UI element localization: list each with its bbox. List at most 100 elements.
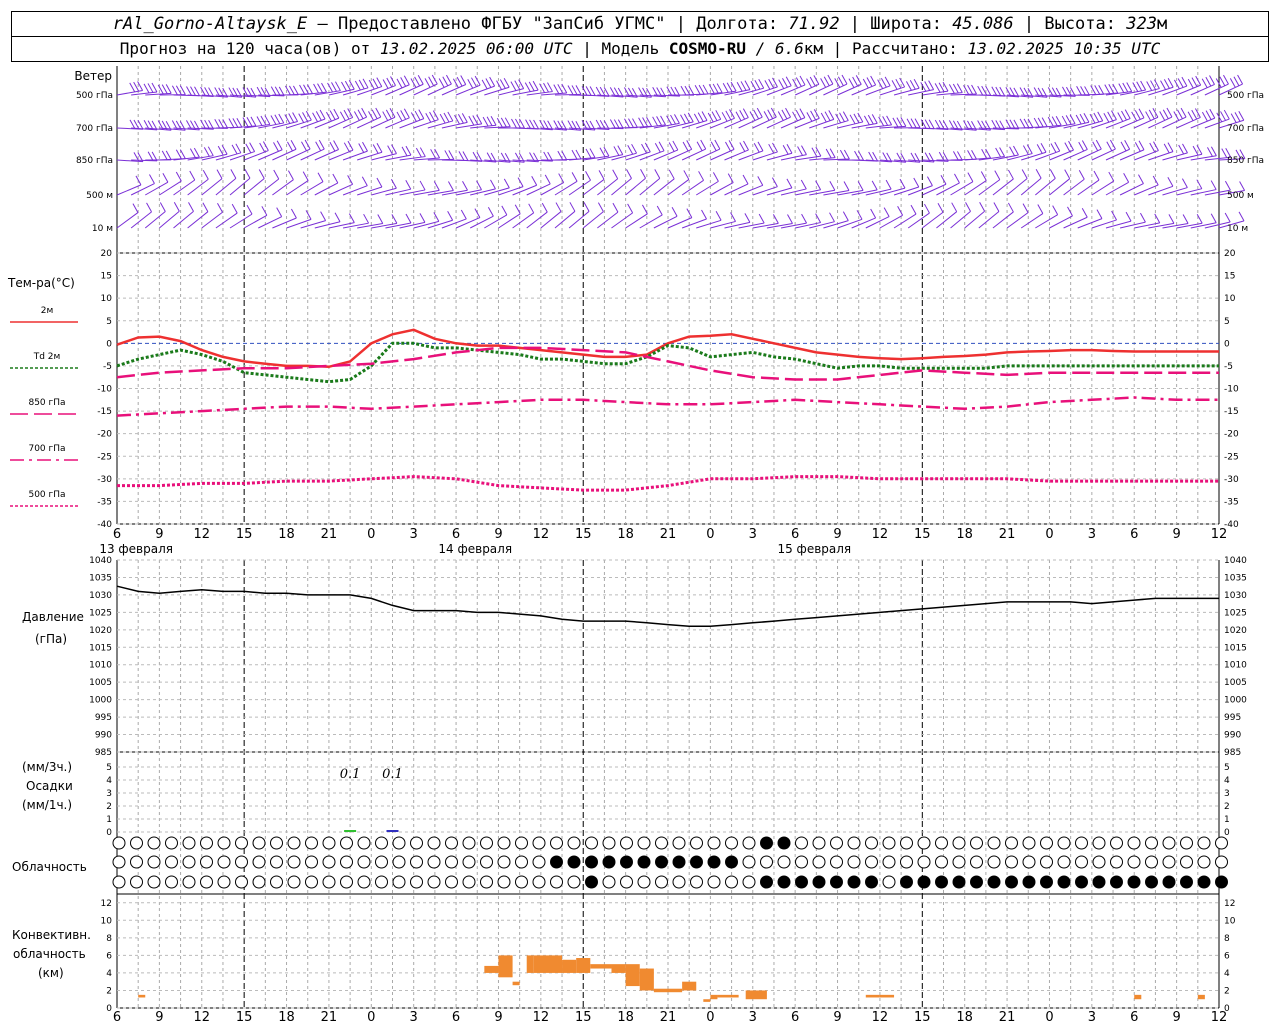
wind-barb-feather: [787, 214, 793, 224]
wind-barb-feather: [1134, 142, 1141, 152]
precip-y-tick: 5: [106, 763, 112, 773]
wind-barb-feather: [693, 113, 700, 124]
wind-barb-feather: [758, 213, 765, 224]
wind-barb-feather: [244, 169, 251, 179]
wind-barb-feather: [331, 82, 337, 92]
cloud-cover-symbol-filled: [760, 837, 773, 849]
wind-barb-feather: [202, 202, 209, 212]
wind-barb-feather: [878, 116, 885, 127]
temp-series-line: [116, 396, 1219, 417]
wind-barb: [907, 212, 930, 229]
temp-y-tick: -10: [1224, 385, 1239, 395]
wind-barb: [837, 83, 862, 96]
cloud-cover-symbol: [445, 855, 458, 869]
cloud-cover-symbol: [637, 875, 651, 889]
cloud-cover-symbol: [287, 836, 301, 850]
wind-barb: [710, 117, 735, 129]
wind-barb-feather: [1237, 74, 1244, 85]
wind-barb-feather: [531, 176, 538, 186]
wind-barb: [1162, 116, 1187, 129]
wind-barb-feather: [1187, 111, 1194, 121]
cloud-cover-symbol-filled: [900, 876, 913, 888]
wind-barb-feather: [273, 169, 280, 180]
wind-barb-feather: [1205, 76, 1212, 87]
wind-barb-feather: [288, 113, 295, 123]
wind-barb: [371, 222, 397, 229]
wind-barb-feather: [1210, 180, 1217, 190]
wind-barb-feather: [1221, 148, 1228, 158]
wind-barb-feather: [443, 112, 450, 123]
precip-y-tick: 5: [1224, 763, 1230, 773]
wind-barb-feather: [419, 213, 426, 223]
wind-barb: [851, 84, 876, 96]
cloud-cover-symbol: [655, 875, 668, 889]
wind-barb-feather: [1177, 78, 1184, 88]
wind-barb: [1162, 85, 1188, 96]
wind-barb: [893, 186, 919, 196]
x-tick-label: 18: [956, 1010, 973, 1024]
x-tick-label: 6: [452, 1010, 460, 1024]
cloud-cover-symbol: [340, 836, 353, 850]
wind-barb-feather: [377, 214, 384, 224]
wind-barb-feather: [871, 114, 878, 124]
cloud-cover-symbol-filled: [1145, 876, 1158, 888]
temp-y-tick: 0: [106, 339, 112, 349]
wind-barb-feather: [1124, 140, 1131, 150]
convective-y-tick: 0: [106, 1004, 112, 1014]
wind-barb-feather: [697, 112, 704, 122]
wind-barb: [441, 84, 466, 96]
x-tick-label: 3: [410, 1010, 418, 1024]
wind-barb-feather: [1220, 111, 1226, 121]
wind-barb-feather: [371, 109, 378, 119]
cloud-cover-symbol-filled: [1075, 876, 1088, 888]
temp-y-tick: -10: [97, 385, 112, 395]
convective-y-tick: 8: [106, 934, 112, 944]
wind-barb-feather: [897, 206, 904, 216]
wind-barb-feather: [1195, 75, 1202, 86]
pressure-y-tick: 1035: [89, 573, 112, 583]
wind-barb-feather: [799, 108, 806, 118]
wind-barb-feather: [764, 80, 771, 90]
x-tick-label: 0: [706, 1010, 714, 1024]
x-tick-label: 12: [533, 527, 550, 542]
wind-barb-feather: [1173, 79, 1180, 90]
wind-barb: [780, 117, 806, 129]
pressure-title: Давление: [22, 610, 84, 624]
wind-barb: [455, 217, 481, 229]
cloud-cover-symbol: [427, 875, 441, 889]
temp-y-tick: -40: [1224, 520, 1239, 530]
convective-cloud-bar: [512, 981, 520, 986]
precip-y-tick: 3: [1224, 789, 1230, 799]
wind-barb: [752, 116, 777, 129]
wind-barb-feather: [1201, 78, 1208, 88]
wind-barb-feather: [259, 142, 266, 153]
wind-barb-feather: [995, 147, 1002, 158]
wind-barb-feather: [1209, 75, 1215, 85]
wind-barb-feather: [457, 113, 464, 124]
pressure-y-tick: 995: [95, 713, 112, 723]
wind-barb: [300, 148, 325, 161]
cloud-cover-symbol-filled: [1058, 876, 1070, 888]
wind-barb-feather: [660, 115, 666, 126]
cloud-cover-symbol: [1057, 836, 1071, 850]
wind-barb-feather: [927, 176, 933, 186]
cloud-cover-symbol: [812, 836, 826, 850]
wind-barb: [964, 180, 987, 196]
wind-barb-feather: [460, 209, 467, 220]
wind-barb: [116, 184, 142, 196]
wind-barb-feather: [405, 145, 412, 156]
wind-barb-feather: [1041, 117, 1048, 127]
wind-barb: [159, 180, 182, 196]
wind-barb: [907, 185, 933, 196]
convective-cloud-bar: [590, 964, 612, 969]
wind-barb-feather: [1064, 169, 1071, 179]
wind-barb-feather: [353, 111, 360, 121]
wind-barb-feather: [445, 74, 452, 85]
wind-barb-feather: [1191, 77, 1198, 87]
wind-barb-feather: [1138, 108, 1145, 119]
pressure-y-tick: 1030: [1224, 591, 1247, 601]
x-tick-label: 21: [321, 527, 338, 542]
wind-barb-feather: [993, 202, 1000, 212]
x-tick-label: 12: [872, 1010, 889, 1024]
wind-barb-feather: [256, 116, 263, 126]
